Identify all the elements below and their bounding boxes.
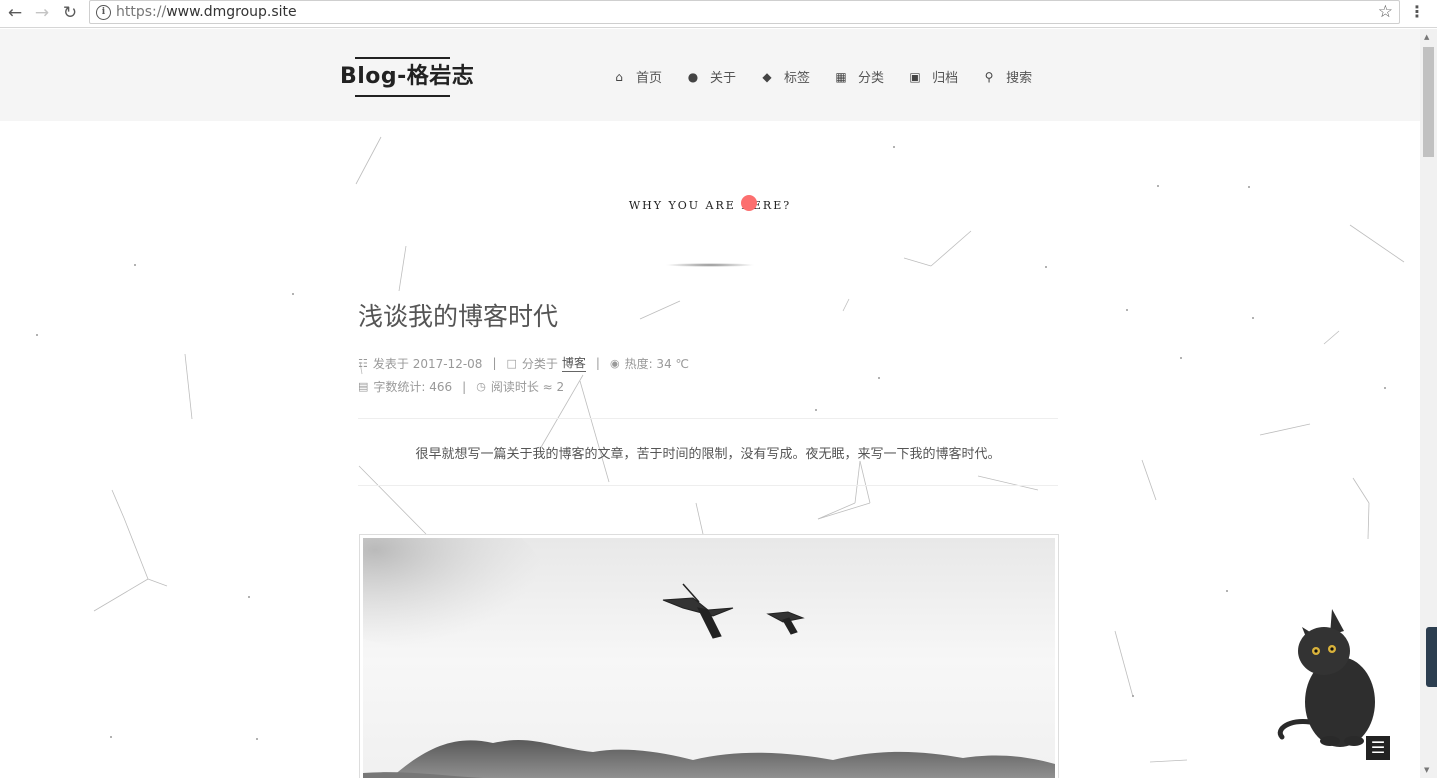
menu-item-label: 搜索: [1006, 71, 1033, 86]
star-icon[interactable]: ☆: [1378, 2, 1393, 22]
menu-item-archives[interactable]: ▣ 归档: [908, 67, 959, 87]
site-brand[interactable]: Blog-格岩志: [340, 57, 474, 97]
menu-item-home[interactable]: ⌂ 首页: [612, 67, 663, 87]
search-icon: ⚲: [984, 69, 994, 84]
ink-painting: [363, 538, 1055, 778]
back-button[interactable]: ←: [4, 3, 26, 23]
accent-dot: [741, 195, 757, 211]
menu-item-label: 首页: [636, 71, 663, 86]
folder-icon: □: [506, 356, 517, 370]
site-title[interactable]: Blog-格岩志: [340, 57, 474, 97]
post-excerpt: 很早就想写一篇关于我的博客的文章，苦于时间的限制，没有写成。夜无眠，来写一下我的…: [415, 447, 1001, 462]
page: Blog-格岩志 ⌂ 首页 ● 关于 ◆ 标签 ▦ 分类 ▣ 归档 ⚲ 搜索 W…: [0, 29, 1420, 778]
file-word-icon: ▤: [358, 380, 369, 393]
post-meta-secondary: ▤ 字数统计: 466 | ◷ 阅读时长 ≈ 2: [358, 378, 564, 395]
browser-toolbar: ← → ↻ i https://www.dmgroup.site ☆ ⋮: [0, 0, 1437, 28]
post-cover-image[interactable]: [359, 534, 1059, 778]
forward-button[interactable]: →: [31, 3, 53, 23]
tags-icon: ◆: [762, 69, 772, 84]
url-host: www.dmgroup.site: [166, 4, 297, 20]
meta-separator: |: [462, 379, 467, 394]
info-icon[interactable]: i: [96, 5, 111, 20]
menu-item-search[interactable]: ⚲ 搜索: [982, 67, 1033, 87]
ink-landscape-illustration: [363, 538, 1055, 778]
read-time: 阅读时长 ≈ 2: [490, 380, 565, 394]
divider-swoosh: [665, 263, 755, 267]
address-bar[interactable]: i https://www.dmgroup.site ☆: [89, 0, 1400, 24]
meta-separator: |: [492, 356, 497, 370]
side-widget-handle[interactable]: [1426, 627, 1437, 687]
post-views: 热度: 34 ℃: [624, 356, 689, 371]
menu-item-label: 关于: [710, 71, 737, 86]
cat-mascot[interactable]: [1270, 607, 1385, 749]
eye-icon: ◉: [609, 356, 620, 370]
category-prefix: 分类于: [521, 356, 558, 371]
category-link[interactable]: 博客: [561, 354, 586, 372]
clock-icon: ◷: [476, 380, 486, 393]
scrollbar-thumb[interactable]: [1423, 47, 1434, 157]
url-scheme: https://: [116, 4, 167, 20]
divider: [358, 418, 1058, 419]
post-meta: ☷ 发表于 2017-12-08 | □ 分类于 博客 | ◉ 热度: 34 ℃: [358, 354, 689, 372]
scroll-down-arrow[interactable]: ▼: [1424, 766, 1429, 774]
menu-item-label: 分类: [858, 71, 885, 86]
menu-item-tags[interactable]: ◆ 标签: [760, 67, 811, 87]
user-icon: ●: [687, 69, 699, 84]
sidebar-toggle-button[interactable]: ☰: [1366, 736, 1390, 760]
reload-button[interactable]: ↻: [59, 3, 81, 23]
word-count: 字数统计: 466: [373, 380, 453, 394]
site-header: Blog-格岩志 ⌂ 首页 ● 关于 ◆ 标签 ▦ 分类 ▣ 归档 ⚲ 搜索: [0, 29, 1420, 121]
th-icon: ▦: [835, 69, 847, 84]
kebab-menu-icon[interactable]: ⋮: [1409, 2, 1425, 21]
url-text[interactable]: https://www.dmgroup.site: [116, 4, 297, 20]
archive-icon: ▣: [909, 69, 921, 84]
site-subtitle: WHY YOU ARE HERE?: [628, 199, 792, 212]
home-icon: ⌂: [615, 69, 623, 84]
menu-item-label: 归档: [932, 71, 959, 86]
main-menu: ⌂ 首页 ● 关于 ◆ 标签 ▦ 分类 ▣ 归档 ⚲ 搜索: [612, 67, 1056, 87]
post-title[interactable]: 浅谈我的博客时代: [358, 297, 558, 333]
menu-item-about[interactable]: ● 关于: [686, 67, 737, 87]
menu-item-categories[interactable]: ▦ 分类: [834, 67, 885, 87]
divider: [358, 485, 1058, 486]
post-date: 发表于 2017-12-08: [372, 356, 483, 371]
menu-item-label: 标签: [784, 71, 811, 86]
meta-separator: |: [595, 356, 600, 370]
scroll-up-arrow[interactable]: ▲: [1424, 33, 1429, 41]
calendar-icon: ☷: [358, 356, 368, 370]
